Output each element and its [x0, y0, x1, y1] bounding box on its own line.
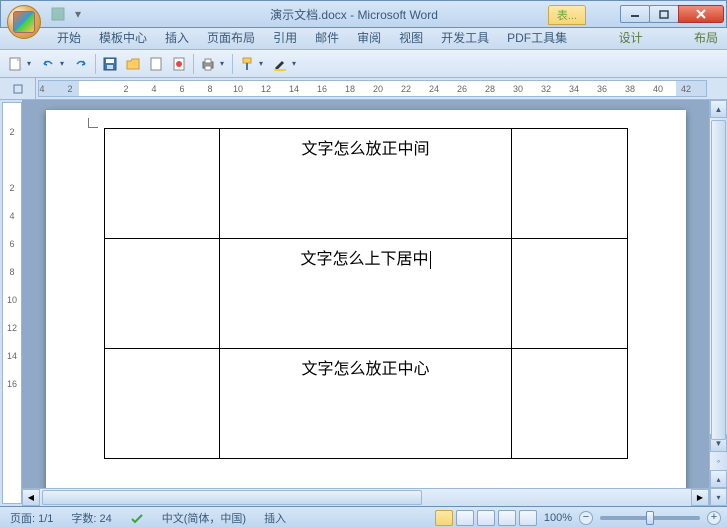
browse-object-icon[interactable]: ◦ — [710, 452, 727, 470]
table-cell[interactable] — [104, 349, 219, 459]
highlight-icon[interactable] — [269, 53, 291, 75]
title-bar: ▾ 演示文档.docx - Microsoft Word 表... — [0, 0, 727, 28]
table-cell[interactable] — [104, 239, 219, 349]
tab-view[interactable]: 视图 — [390, 26, 432, 49]
tab-references[interactable]: 引用 — [264, 26, 306, 49]
window-title: 演示文档.docx - Microsoft Word — [87, 6, 621, 23]
zoom-slider[interactable] — [600, 516, 700, 520]
quick-toolbar: ▾ ▾ ▾ ▾ ▾ — [0, 50, 727, 78]
hscroll-track[interactable] — [40, 489, 691, 506]
qat-save-icon[interactable] — [49, 5, 67, 23]
format-painter-dropdown[interactable]: ▾ — [259, 59, 268, 68]
scroll-track[interactable] — [710, 118, 727, 434]
new-doc-icon[interactable] — [4, 53, 26, 75]
table-row: 文字怎么放正中心 — [104, 349, 627, 459]
scroll-left-button[interactable]: ◀ — [22, 489, 40, 506]
tab-mailings[interactable]: 邮件 — [306, 26, 348, 49]
ruler-horizontal-wrap: 4224681012141618202224262830323436384042 — [0, 78, 727, 100]
zoom-level[interactable]: 100% — [540, 512, 576, 524]
view-web-button[interactable] — [477, 510, 495, 526]
status-words[interactable]: 字数: 24 — [67, 510, 115, 526]
status-proofing-icon[interactable] — [126, 511, 148, 525]
tab-home[interactable]: 开始 — [48, 26, 90, 49]
zoom-out-button[interactable]: − — [579, 511, 593, 525]
format-painter-icon[interactable] — [236, 53, 258, 75]
status-bar: 页面: 1/1 字数: 24 中文(简体，中国) 插入 100% − + — [0, 506, 727, 528]
horizontal-scrollbar[interactable]: ◀ ▶ — [22, 488, 709, 506]
open-icon[interactable] — [122, 53, 144, 75]
table-row: 文字怎么上下居中 — [104, 239, 627, 349]
view-outline-button[interactable] — [498, 510, 516, 526]
tab-pdf[interactable]: PDF工具集 — [498, 26, 576, 49]
undo-icon[interactable] — [37, 53, 59, 75]
tab-developer[interactable]: 开发工具 — [432, 26, 498, 49]
next-page-button[interactable]: ▾ — [710, 488, 727, 506]
redo-icon[interactable] — [70, 53, 92, 75]
new-doc-dropdown[interactable]: ▾ — [27, 59, 36, 68]
table-row: 文字怎么放正中间 — [104, 129, 627, 239]
document-table[interactable]: 文字怎么放正中间 文字怎么上下居中 文字怎么放正中心 — [104, 128, 628, 459]
view-print-layout-button[interactable] — [435, 510, 453, 526]
prev-page-button[interactable]: ▴ — [710, 470, 727, 488]
tab-insert[interactable]: 插入 — [156, 26, 198, 49]
print-dropdown[interactable]: ▾ — [220, 59, 229, 68]
table-cell[interactable]: 文字怎么放正中心 — [219, 349, 512, 459]
ruler-corner[interactable] — [0, 78, 36, 99]
view-fullscreen-button[interactable] — [456, 510, 474, 526]
office-button[interactable] — [7, 5, 41, 39]
highlight-dropdown[interactable]: ▾ — [292, 59, 301, 68]
table-cell[interactable]: 文字怎么上下居中 — [219, 239, 512, 349]
table-cell[interactable] — [512, 239, 627, 349]
tab-template[interactable]: 模板中心 — [90, 26, 156, 49]
text-cursor — [430, 251, 431, 269]
ruler-vertical[interactable]: 2246810121416 — [2, 102, 22, 504]
table-cell[interactable] — [512, 349, 627, 459]
status-insert-mode[interactable]: 插入 — [260, 510, 290, 526]
tab-pagelayout[interactable]: 页面布局 — [198, 26, 264, 49]
tab-review[interactable]: 审阅 — [348, 26, 390, 49]
zoom-in-button[interactable]: + — [707, 511, 721, 525]
document-area[interactable]: 文字怎么放正中间 文字怎么上下居中 文字怎么放正中心 — [22, 100, 709, 506]
contextual-tab-label: 表... — [548, 5, 586, 25]
qat-dropdown-icon[interactable]: ▾ — [69, 5, 87, 23]
table-cell[interactable] — [512, 129, 627, 239]
close-button[interactable] — [678, 5, 724, 23]
new-blank-icon[interactable] — [145, 53, 167, 75]
zoom-slider-handle[interactable] — [646, 511, 654, 525]
undo-dropdown[interactable]: ▾ — [60, 59, 69, 68]
quick-access-toolbar: ▾ — [49, 5, 87, 23]
minimize-button[interactable] — [620, 5, 650, 23]
maximize-button[interactable] — [649, 5, 679, 23]
status-page[interactable]: 页面: 1/1 — [6, 510, 57, 526]
page: 文字怎么放正中间 文字怎么上下居中 文字怎么放正中心 — [46, 110, 686, 506]
scroll-up-button[interactable]: ▲ — [710, 100, 727, 118]
table-cell[interactable]: 文字怎么放正中间 — [219, 129, 512, 239]
margin-marker-icon — [88, 118, 98, 128]
print-icon[interactable] — [197, 53, 219, 75]
status-language[interactable]: 中文(简体，中国) — [158, 510, 250, 526]
permission-icon[interactable] — [168, 53, 190, 75]
hscroll-thumb[interactable] — [42, 490, 422, 505]
scroll-right-button[interactable]: ▶ — [691, 489, 709, 506]
table-cell[interactable] — [104, 129, 219, 239]
save-icon[interactable] — [99, 53, 121, 75]
tab-design[interactable]: 设计 — [610, 26, 652, 49]
tab-layout[interactable]: 布局 — [685, 26, 727, 49]
view-draft-button[interactable] — [519, 510, 537, 526]
ruler-horizontal[interactable]: 4224681012141618202224262830323436384042 — [38, 80, 707, 97]
ribbon-tabs: 开始 模板中心 插入 页面布局 引用 邮件 审阅 视图 开发工具 PDF工具集 … — [0, 28, 727, 50]
scroll-thumb[interactable] — [711, 120, 726, 440]
vertical-scrollbar[interactable]: ▲ ▼ ◦ ▴ ▾ — [709, 100, 727, 506]
